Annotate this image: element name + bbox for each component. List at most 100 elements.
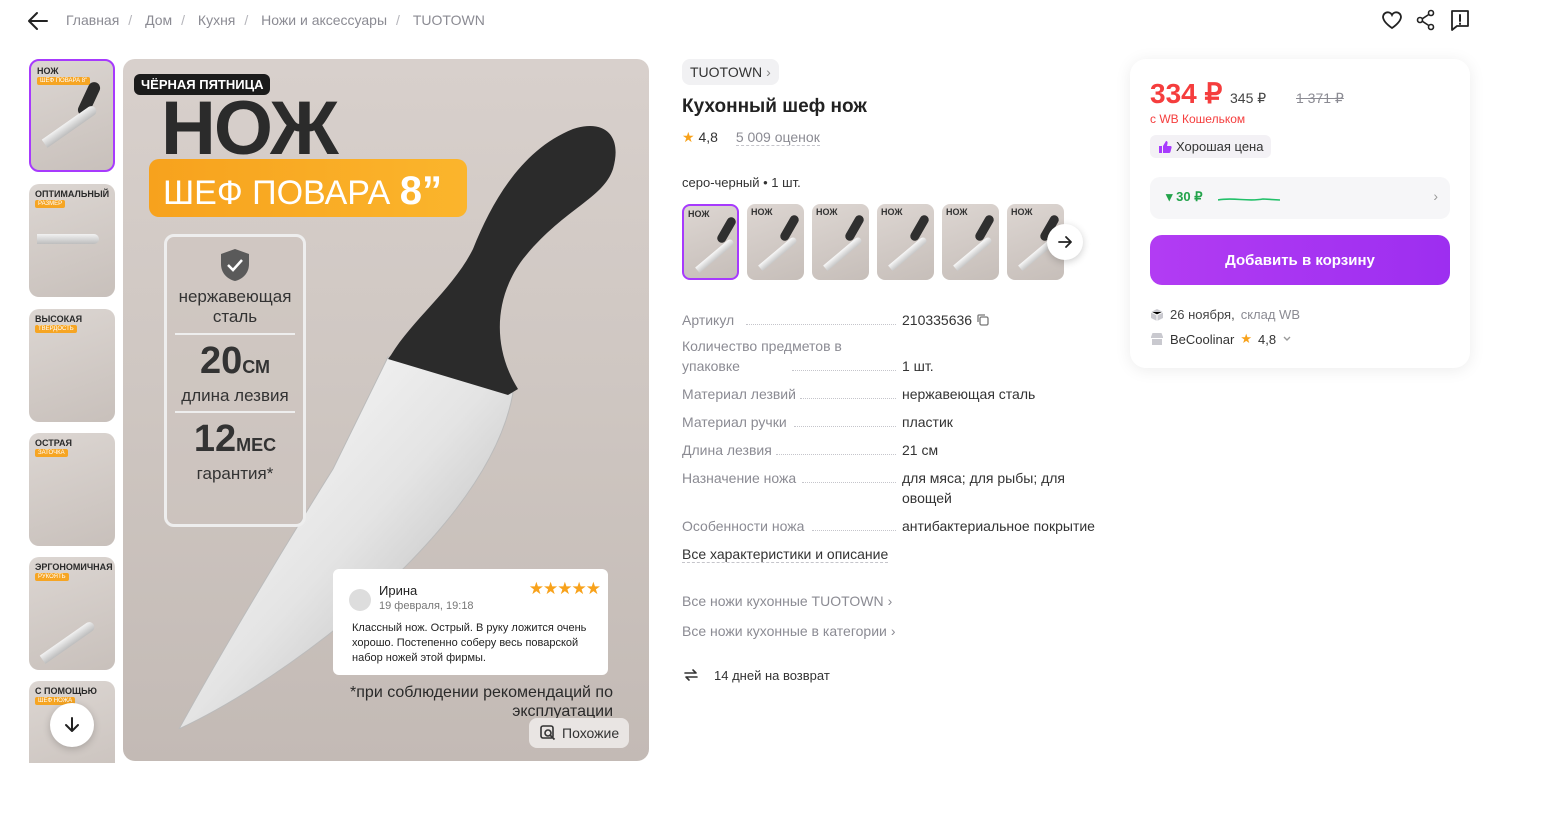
knife-blade-shape xyxy=(758,236,798,271)
shop-icon xyxy=(1151,333,1163,345)
knife-blade-shape xyxy=(695,238,735,273)
main-product-image[interactable]: ЧЁРНАЯ ПЯТНИЦА НОЖ ШЕФ ПОВАРА 8” нержаве… xyxy=(123,59,649,761)
wallet-note[interactable]: с WB Кошельком xyxy=(1150,112,1245,126)
price-without-wallet: 345 ₽ xyxy=(1230,90,1267,106)
spec-value: антибактериальное покрытие xyxy=(902,518,1095,534)
seller-info[interactable]: BeCoolinar ★ 4,8 xyxy=(1150,331,1292,347)
breadcrumb-item[interactable]: Главная xyxy=(66,12,119,28)
variant-label: НОЖ xyxy=(946,207,968,217)
breadcrumb-separator: / xyxy=(396,12,400,28)
breadcrumb-item[interactable]: Ножи и аксессуары xyxy=(261,12,387,28)
share-icon[interactable] xyxy=(1414,8,1438,32)
feature-steel: нержавеющая сталь xyxy=(178,287,292,326)
rating-value: 4,8 xyxy=(698,129,718,145)
thumbnail[interactable]: ОПТИМАЛЬНЫЙ РАЗМЕР xyxy=(29,184,115,297)
add-to-cart-button[interactable]: Добавить в корзину xyxy=(1150,235,1450,285)
chevron-right-icon: › xyxy=(1433,188,1438,204)
thumbnail[interactable]: НОЖ ШЕФ ПОВАРА 8" xyxy=(29,59,115,172)
reviews-link[interactable]: 5 009 оценок xyxy=(735,129,820,146)
top-bar: Главная / Дом / Кухня / Ножи и аксессуары / … xyxy=(0,0,1554,40)
thumbnail-label: ВЫСОКАЯ xyxy=(35,314,83,324)
return-text: 14 дней на возврат xyxy=(714,667,830,683)
variant-label: НОЖ xyxy=(816,207,838,217)
similar-button[interactable]: Похожие xyxy=(529,718,630,748)
number: 20 xyxy=(199,340,243,382)
chevron-right-icon: › xyxy=(887,593,893,609)
image-banner: ШЕФ ПОВАРА 8” xyxy=(149,159,467,217)
feature-length-text: длина лезвия xyxy=(181,386,289,405)
color-label: серо-черный • 1 шт. xyxy=(682,175,801,190)
spec-value: 210335636 xyxy=(902,310,1102,332)
chevron-right-icon: › xyxy=(890,623,896,639)
all-characteristics-link[interactable]: Все характеристики и описание xyxy=(682,546,889,563)
return-icon xyxy=(684,669,698,681)
copy-icon[interactable] xyxy=(976,312,990,332)
chevron-right-icon: › xyxy=(766,64,771,80)
category-knives-link[interactable]: Все ножи кухонные в категории › xyxy=(682,623,896,639)
brand-chip[interactable]: TUOTOWN › xyxy=(682,59,779,85)
return-policy: 14 дней на возврат xyxy=(682,666,830,684)
thumbnail[interactable]: ВЫСОКАЯ ТВЕРДОСТЬ xyxy=(29,309,115,422)
price-drop-value: ▾ 30 ₽ xyxy=(1166,189,1203,204)
variant-option[interactable]: НОЖ xyxy=(747,204,804,280)
knife-blade-shape xyxy=(41,104,99,148)
unit: СМ xyxy=(242,357,271,377)
thumbnail-list: НОЖ ШЕФ ПОВАРА 8" ОПТИМАЛЬНЫЙ РАЗМЕР ВЫС… xyxy=(29,59,115,763)
thumbnail-label: С ПОМОЩЬЮ xyxy=(35,686,97,696)
delivery-warehouse: склад WB xyxy=(1240,307,1300,322)
spec-dots xyxy=(812,530,896,531)
breadcrumb-separator: / xyxy=(181,12,186,28)
price-strikethrough: 1 371 ₽ xyxy=(1296,90,1344,106)
price-history-button[interactable]: ▾ 30 ₽ › xyxy=(1150,177,1450,219)
thumbnail-sub: ЗАТОЧКА xyxy=(35,449,68,457)
variant-option[interactable]: НОЖ xyxy=(812,204,869,280)
star-icon: ★ xyxy=(1240,331,1252,346)
avatar xyxy=(349,589,371,611)
breadcrumb-item[interactable]: Кухня xyxy=(198,12,235,28)
spec-name: Материал лезвий xyxy=(682,386,796,402)
banner-text: ШЕФ ПОВАРА xyxy=(163,174,391,212)
variant-label: НОЖ xyxy=(1011,207,1033,217)
rating-row: ★ 4,8 5 009 оценок xyxy=(682,129,820,146)
variants-next-button[interactable] xyxy=(1047,224,1083,260)
banner-size: 8” xyxy=(399,169,443,213)
delivery-date: 26 ноября, xyxy=(1170,307,1235,322)
knife-blade-shape xyxy=(39,620,97,664)
similar-search-icon xyxy=(540,725,556,741)
review-text: Классный нож. Острый. В руку ложится оче… xyxy=(352,622,587,664)
spec-value: для мяса; для рыбы; для овощей xyxy=(902,470,1066,506)
thumbnail-label: ОСТРАЯ xyxy=(35,438,72,448)
spec-name: Материал ручки xyxy=(682,414,787,430)
spec-value: пластик xyxy=(902,414,953,430)
thumbnail-label: НОЖ xyxy=(37,66,59,76)
top-actions xyxy=(1380,8,1472,32)
spec-dots xyxy=(746,324,896,325)
spec-value: 21 см xyxy=(902,442,939,458)
spec-name: Назначение ножа xyxy=(682,470,797,486)
spec-name: Артикул xyxy=(682,312,735,328)
scroll-down-button[interactable] xyxy=(50,703,94,747)
breadcrumb-separator: / xyxy=(244,12,249,28)
thumbnail-sub: ТВЕРДОСТЬ xyxy=(35,325,77,333)
brand-name: TUOTOWN xyxy=(690,64,763,80)
feature-warranty-text: гарантия* xyxy=(196,464,274,483)
spec-dots xyxy=(776,454,896,455)
report-icon[interactable] xyxy=(1448,8,1472,32)
price-trend-sparkline xyxy=(1218,198,1280,201)
variant-option[interactable]: НОЖ xyxy=(682,204,739,280)
thumbnail[interactable]: ОСТРАЯ ЗАТОЧКА xyxy=(29,433,115,546)
spec-dots xyxy=(792,370,896,371)
variant-option[interactable]: НОЖ xyxy=(877,204,934,280)
heart-icon[interactable] xyxy=(1380,8,1404,32)
unit: МЕС xyxy=(236,435,277,455)
article-number: 210335636 xyxy=(902,312,973,328)
variant-option[interactable]: НОЖ xyxy=(942,204,999,280)
review-card: Ирина 19 февраля, 19:18 ★★★★★ Классный н… xyxy=(333,569,608,675)
brand-knives-link[interactable]: Все ножи кухонные TUOTOWN › xyxy=(682,593,892,609)
breadcrumb-item[interactable]: TUOTOWN xyxy=(413,12,485,28)
back-arrow-icon[interactable] xyxy=(26,10,50,32)
thumbnail[interactable]: ЭРГОНОМИЧНАЯ РУКОЯТЬ xyxy=(29,557,115,670)
link-text: Все ножи кухонные TUOTOWN xyxy=(682,593,884,609)
breadcrumb-item[interactable]: Дом xyxy=(145,12,172,28)
knife-blade-shape xyxy=(953,236,993,271)
